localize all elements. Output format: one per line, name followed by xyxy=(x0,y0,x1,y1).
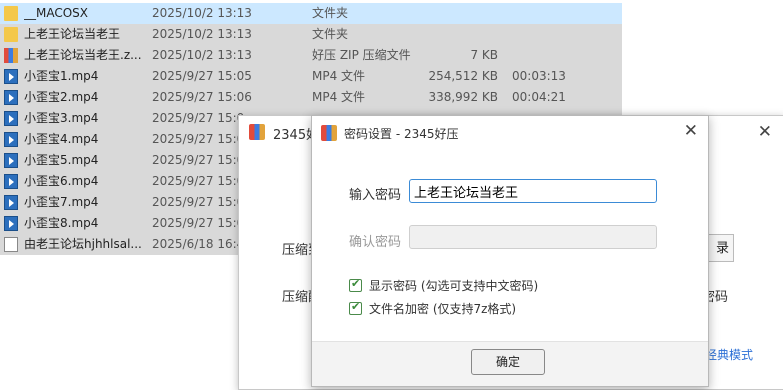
confirm-password-input xyxy=(409,225,657,249)
password-label: 输入密码 xyxy=(349,188,402,203)
file-date: 2025/9/27 15:0 xyxy=(152,132,245,146)
mp4-icon xyxy=(4,111,18,126)
password-dialog: 密码设置 - 2345好压 ✕ 输入密码 确认密码 显示密码 (勾选可支持中文密… xyxy=(311,115,709,387)
file-date: 2025/10/2 13:13 xyxy=(152,6,252,20)
file-name: 小歪宝6.mp4 xyxy=(24,174,99,188)
close-icon[interactable]: ✕ xyxy=(758,122,772,142)
file-row[interactable]: 小歪宝1.mp4 2025/9/27 15:05 MP4 文件 254,512 KB 0… xyxy=(0,66,622,87)
file-name: 小歪宝8.mp4 xyxy=(24,216,99,230)
dialog-title: 密码设置 - 2345好压 xyxy=(344,127,459,141)
password-input[interactable] xyxy=(409,179,657,203)
file-date: 2025/9/27 15:05 xyxy=(152,69,252,83)
file-name: 小歪宝1.mp4 xyxy=(24,69,99,83)
file-duration: 00:03:13 xyxy=(512,69,566,83)
file-type: MP4 文件 xyxy=(312,90,366,104)
file-row[interactable]: 上老王论坛当老王.z... 2025/10/2 13:13 好压 ZIP 压缩文件 7… xyxy=(0,45,622,66)
file-row[interactable]: 小歪宝2.mp4 2025/9/27 15:06 MP4 文件 338,992 KB 0… xyxy=(0,87,622,108)
zip-icon xyxy=(4,48,18,63)
file-date: 2025/9/27 15:0 xyxy=(152,195,245,209)
file-type: 文件夹 xyxy=(312,27,349,41)
file-size: 7 KB xyxy=(470,48,498,62)
mp4-icon xyxy=(4,69,18,84)
folder-icon xyxy=(4,6,18,21)
file-name: 小歪宝7.mp4 xyxy=(24,195,99,209)
file-size: 254,512 KB xyxy=(428,69,498,83)
app-logo-icon xyxy=(321,125,337,141)
classic-mode-link[interactable]: 经典模式 xyxy=(705,346,753,363)
file-name: __MACOSX xyxy=(24,6,89,20)
file-date: 2025/9/27 15:0 xyxy=(152,174,245,188)
file-name: 上老王论坛当老王.z... xyxy=(24,48,142,62)
file-type: 文件夹 xyxy=(312,6,349,20)
mp4-icon xyxy=(4,153,18,168)
file-name: 小歪宝5.mp4 xyxy=(24,153,99,167)
app-logo-icon xyxy=(249,124,265,140)
confirm-password-label: 确认密码 xyxy=(349,235,402,250)
file-name: 由老王论坛hjhhlsal... xyxy=(24,237,142,251)
file-date: 2025/9/27 15:06 xyxy=(152,90,252,104)
file-date: 2025/6/18 16:4 xyxy=(152,237,245,251)
file-date: 2025/9/27 15:0 xyxy=(152,216,245,230)
file-type: 好压 ZIP 压缩文件 xyxy=(312,48,411,62)
encrypt-filenames-checkbox[interactable] xyxy=(349,300,362,315)
mp4-icon xyxy=(4,90,18,105)
file-name: 上老王论坛当老王 xyxy=(24,27,121,41)
mp4-icon xyxy=(4,132,18,147)
encrypt-filenames-label: 文件名加密 (仅支持7z格式) xyxy=(369,302,517,316)
folder-icon xyxy=(4,27,18,42)
show-password-label: 显示密码 (勾选可支持中文密码) xyxy=(369,279,539,293)
file-row[interactable]: 上老王论坛当老王 2025/10/2 13:13 文件夹 xyxy=(0,24,622,45)
file-type: MP4 文件 xyxy=(312,69,366,83)
file-date: 2025/10/2 13:13 xyxy=(152,48,252,62)
mp4-icon xyxy=(4,174,18,189)
show-password-checkbox[interactable] xyxy=(349,277,362,292)
file-name: 小歪宝3.mp4 xyxy=(24,111,99,125)
close-icon[interactable]: ✕ xyxy=(684,121,698,141)
file-name: 小歪宝2.mp4 xyxy=(24,90,99,104)
mp4-icon xyxy=(4,216,18,231)
file-date: 2025/9/27 15:0 xyxy=(152,153,245,167)
file-name: 小歪宝4.mp4 xyxy=(24,132,99,146)
txt-icon xyxy=(4,237,18,252)
mp4-icon xyxy=(4,195,18,210)
file-row[interactable]: __MACOSX 2025/10/2 13:13 文件夹 xyxy=(0,3,622,24)
file-date: 2025/10/2 13:13 xyxy=(152,27,252,41)
file-size: 338,992 KB xyxy=(428,90,498,104)
ok-button[interactable]: 确定 xyxy=(471,349,545,375)
file-duration: 00:04:21 xyxy=(512,90,566,104)
file-date: 2025/9/27 15:0 xyxy=(152,111,245,125)
